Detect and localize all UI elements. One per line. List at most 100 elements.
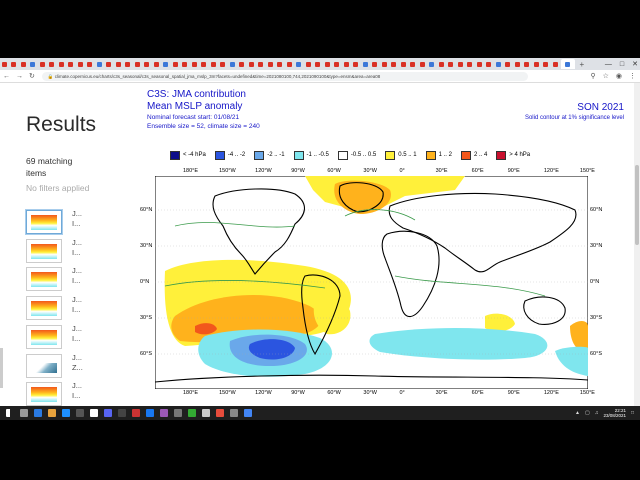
- result-item[interactable]: J... I...: [24, 265, 94, 291]
- browser-tab[interactable]: [418, 59, 427, 69]
- browser-tab[interactable]: [133, 59, 142, 69]
- browser-tab[interactable]: [342, 59, 351, 69]
- app-icon[interactable]: [188, 409, 196, 417]
- browser-tab[interactable]: [276, 59, 285, 69]
- forward-icon[interactable]: →: [16, 73, 23, 80]
- browser-tab[interactable]: [295, 59, 304, 69]
- browser-tab[interactable]: [390, 59, 399, 69]
- volume-icon[interactable]: ♫: [595, 410, 599, 416]
- browser-tab[interactable]: [380, 59, 389, 69]
- browser-tab[interactable]: [209, 59, 218, 69]
- browser-tab[interactable]: [86, 59, 95, 69]
- browser-tab[interactable]: [190, 59, 199, 69]
- chrome-icon[interactable]: [244, 409, 252, 417]
- browser-tab[interactable]: [67, 59, 76, 69]
- browser-tab[interactable]: [124, 59, 133, 69]
- url-field[interactable]: 🔒 climate.copernicus.eu/charts/c3s_seaso…: [41, 71, 528, 81]
- browser-tab[interactable]: [266, 59, 275, 69]
- new-tab-icon[interactable]: +: [580, 60, 585, 69]
- app-icon[interactable]: [132, 409, 140, 417]
- maximize-icon[interactable]: □: [620, 61, 624, 68]
- browser-tab[interactable]: [228, 59, 237, 69]
- store-icon[interactable]: [76, 409, 84, 417]
- browser-tab[interactable]: [152, 59, 161, 69]
- browser-tab[interactable]: [0, 59, 9, 69]
- browser-tab[interactable]: [456, 59, 465, 69]
- browser-tab[interactable]: [38, 59, 47, 69]
- browser-tab[interactable]: [371, 59, 380, 69]
- browser-tab[interactable]: [304, 59, 313, 69]
- result-item[interactable]: J... I...: [24, 237, 94, 263]
- browser-tab[interactable]: [542, 59, 551, 69]
- close-icon[interactable]: ✕: [632, 60, 638, 68]
- zoom-icon[interactable]: ⚲: [590, 72, 595, 80]
- start-icon[interactable]: [6, 409, 14, 417]
- result-item[interactable]: J... I...: [24, 380, 94, 406]
- browser-tab[interactable]: [247, 59, 256, 69]
- word-icon[interactable]: [90, 409, 98, 417]
- browser-tab[interactable]: [466, 59, 475, 69]
- notification-icon[interactable]: □: [631, 410, 634, 416]
- result-item[interactable]: J... Z...: [24, 352, 94, 378]
- discord-icon[interactable]: [104, 409, 112, 417]
- browser-tab[interactable]: [361, 59, 370, 69]
- result-item[interactable]: J... I...: [24, 208, 94, 234]
- browser-tab[interactable]: [447, 59, 456, 69]
- minimize-icon[interactable]: —: [605, 61, 612, 68]
- browser-tab[interactable]: [10, 59, 19, 69]
- browser-tab[interactable]: [333, 59, 342, 69]
- browser-tab[interactable]: [523, 59, 532, 69]
- app-icon[interactable]: [118, 409, 126, 417]
- browser-tab[interactable]: [352, 59, 361, 69]
- browser-tab[interactable]: [494, 59, 503, 69]
- browser-tab[interactable]: [29, 59, 38, 69]
- browser-tab[interactable]: [48, 59, 57, 69]
- mail-icon[interactable]: [62, 409, 70, 417]
- browser-tab[interactable]: [57, 59, 66, 69]
- browser-tab[interactable]: [219, 59, 228, 69]
- page-scrollbar[interactable]: [634, 83, 640, 406]
- browser-tab[interactable]: [200, 59, 209, 69]
- app-icon[interactable]: [202, 409, 210, 417]
- browser-tab[interactable]: [285, 59, 294, 69]
- browser-tab[interactable]: [409, 59, 418, 69]
- app-icon[interactable]: [230, 409, 238, 417]
- browser-tab[interactable]: [76, 59, 85, 69]
- browser-tab[interactable]: [560, 59, 575, 69]
- browser-tab[interactable]: [143, 59, 152, 69]
- clock[interactable]: 22:21 23/08/2021: [603, 408, 626, 418]
- app-icon[interactable]: [174, 409, 182, 417]
- browser-tab[interactable]: [95, 59, 104, 69]
- star-icon[interactable]: ☆: [603, 72, 609, 80]
- browser-tab[interactable]: [171, 59, 180, 69]
- network-icon[interactable]: ▢: [585, 410, 590, 416]
- browser-tab[interactable]: [437, 59, 446, 69]
- browser-tab[interactable]: [513, 59, 522, 69]
- files-icon[interactable]: [48, 409, 56, 417]
- browser-tab[interactable]: [19, 59, 28, 69]
- browser-tab[interactable]: [323, 59, 332, 69]
- extension-icon[interactable]: ◉: [616, 72, 622, 80]
- browser-tab[interactable]: [181, 59, 190, 69]
- browser-tab[interactable]: [114, 59, 123, 69]
- browser-tab[interactable]: [399, 59, 408, 69]
- search-icon[interactable]: [20, 409, 28, 417]
- result-item[interactable]: J... I...: [24, 294, 94, 320]
- app-icon[interactable]: [146, 409, 154, 417]
- browser-tab[interactable]: [428, 59, 437, 69]
- browser-tab[interactable]: [257, 59, 266, 69]
- edge-icon[interactable]: [34, 409, 42, 417]
- result-item[interactable]: J... I...: [24, 323, 94, 349]
- menu-icon[interactable]: ⋮: [629, 72, 636, 80]
- browser-tab[interactable]: [504, 59, 513, 69]
- browser-tab[interactable]: [105, 59, 114, 69]
- browser-tab[interactable]: [475, 59, 484, 69]
- browser-tab[interactable]: [532, 59, 541, 69]
- scroll-thumb[interactable]: [635, 165, 639, 245]
- app-icon[interactable]: [160, 409, 168, 417]
- browser-tab[interactable]: [238, 59, 247, 69]
- tray-chevron-icon[interactable]: ▲: [575, 410, 580, 416]
- back-icon[interactable]: ←: [3, 73, 10, 80]
- browser-tab[interactable]: [485, 59, 494, 69]
- reload-icon[interactable]: ↻: [29, 72, 35, 80]
